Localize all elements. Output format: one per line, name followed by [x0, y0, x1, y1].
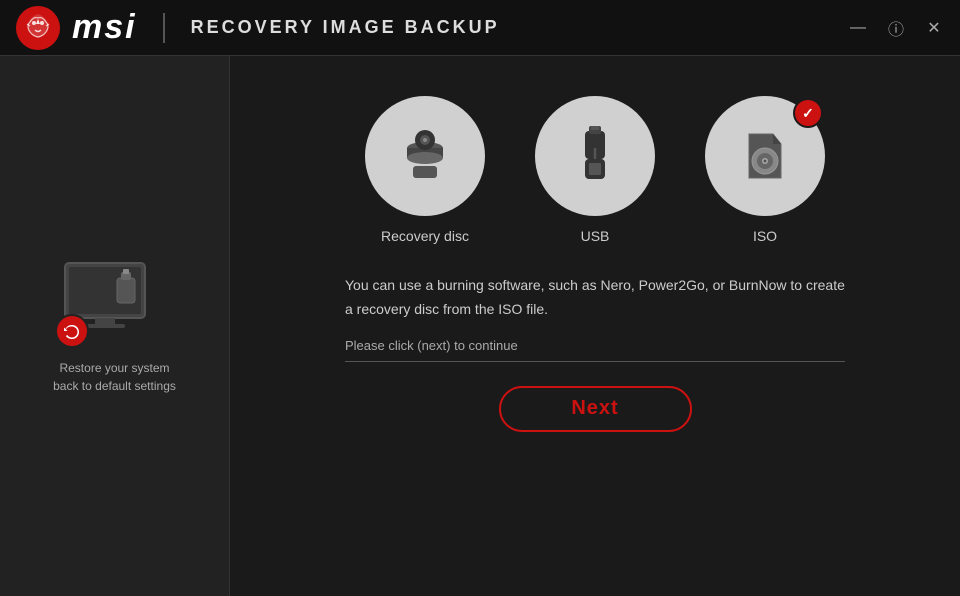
sidebar-icon-wrapper: [60, 258, 170, 343]
status-text: Please click (next) to continue: [345, 338, 845, 362]
app-logo: msi RECOVERY IMAGE BACKUP: [16, 6, 500, 50]
usb-circle[interactable]: [535, 96, 655, 216]
dragon-icon: [16, 6, 60, 50]
msi-logo-text: msi: [72, 8, 137, 47]
recovery-disc-label: Recovery disc: [381, 228, 469, 244]
description-text: You can use a burning software, such as …: [345, 274, 845, 322]
iso-icon: [735, 126, 795, 186]
iso-circle[interactable]: [705, 96, 825, 216]
sidebar-label: Restore your system back to default sett…: [53, 359, 176, 395]
window-controls: — ⓘ ✕: [848, 16, 944, 40]
option-iso[interactable]: ISO: [705, 96, 825, 244]
sidebar: Restore your system back to default sett…: [0, 56, 230, 596]
content-area: Recovery disc: [230, 56, 960, 596]
app-title: RECOVERY IMAGE BACKUP: [191, 17, 500, 38]
selected-checkmark-badge: [793, 98, 823, 128]
next-button[interactable]: Next: [499, 386, 692, 432]
iso-label: ISO: [753, 228, 777, 244]
info-button[interactable]: ⓘ: [886, 16, 906, 40]
main-layout: Restore your system back to default sett…: [0, 56, 960, 596]
option-recovery-disc[interactable]: Recovery disc: [365, 96, 485, 244]
description-area: You can use a burning software, such as …: [345, 274, 845, 374]
usb-icon: [565, 126, 625, 186]
backup-options-row: Recovery disc: [365, 96, 825, 244]
close-button[interactable]: ✕: [924, 18, 944, 38]
option-usb[interactable]: USB: [535, 96, 655, 244]
titlebar: msi RECOVERY IMAGE BACKUP — ⓘ ✕: [0, 0, 960, 56]
minimize-button[interactable]: —: [848, 19, 868, 37]
restore-badge-icon: [55, 314, 89, 348]
recovery-disc-circle[interactable]: [365, 96, 485, 216]
title-divider: [163, 13, 165, 43]
disc-icon: [395, 126, 455, 186]
usb-label: USB: [581, 228, 610, 244]
